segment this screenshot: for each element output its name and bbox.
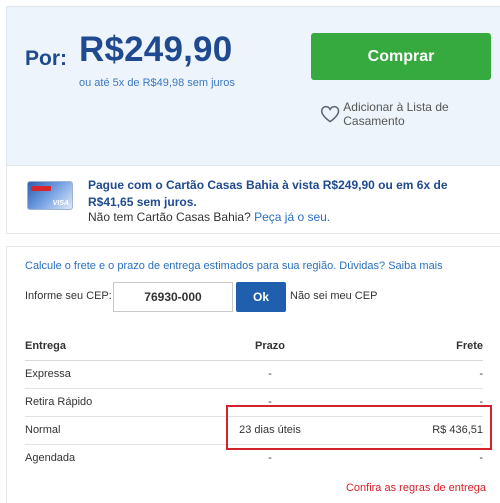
- column-header-entrega: Entrega: [25, 332, 185, 361]
- shipping-calculator: Calcule o frete e o prazo de entrega est…: [6, 246, 500, 503]
- delivery-time: -: [185, 388, 355, 417]
- table-row: Expressa - -: [25, 360, 483, 389]
- installments-text: ou até 5x de R$49,98 sem juros: [79, 77, 235, 89]
- cep-label: Informe seu CEP:: [25, 290, 112, 302]
- column-header-frete: Frete: [355, 332, 483, 361]
- request-card-link[interactable]: Peça já o seu.: [254, 210, 330, 224]
- delivery-type: Retira Rápido: [25, 388, 185, 417]
- column-header-prazo: Prazo: [185, 332, 355, 361]
- card-logo-stripe: [31, 186, 51, 191]
- shipping-cost: -: [355, 360, 483, 389]
- shipping-options-table: Entrega Prazo Frete Expressa - - Retira …: [25, 332, 483, 472]
- delivery-time: -: [268, 452, 272, 465]
- table-row: Agendada - -: [25, 444, 483, 472]
- price-prefix: Por:: [25, 47, 67, 70]
- delivery-time: -: [185, 360, 355, 389]
- shipping-cost: -: [479, 452, 483, 465]
- delivery-type: Agendada: [25, 452, 76, 465]
- no-card-question: Não tem Cartão Casas Bahia?: [88, 210, 251, 224]
- card-promo-question: Não tem Cartão Casas Bahia? Peça já o se…: [88, 210, 330, 224]
- product-price: R$249,90: [79, 30, 233, 69]
- delivery-type: Normal: [25, 416, 185, 445]
- shipping-intro-link[interactable]: Calcule o frete e o prazo de entrega est…: [25, 260, 443, 272]
- credit-card-image: VISA: [27, 181, 73, 210]
- table-header-row: Entrega Prazo Frete: [25, 332, 483, 361]
- delivery-rules-link[interactable]: Confira as regras de entrega: [346, 482, 486, 494]
- wishlist-label: Adicionar à Lista de Casamento: [343, 100, 449, 128]
- shipping-cost: -: [355, 388, 483, 417]
- dont-know-cep-link[interactable]: Não sei meu CEP: [290, 290, 377, 302]
- shipping-cost: R$ 436,51: [355, 416, 483, 445]
- buy-button[interactable]: Comprar: [311, 33, 491, 80]
- delivery-type: Expressa: [25, 360, 185, 389]
- card-promo-headline: Pague com o Cartão Casas Bahia à vista R…: [88, 178, 448, 209]
- delivery-time: 23 dias úteis: [185, 416, 355, 445]
- store-card-promo: VISA Pague com o Cartão Casas Bahia à vi…: [6, 166, 500, 234]
- heart-icon: [320, 105, 340, 123]
- visa-logo: VISA: [52, 200, 69, 207]
- cep-input[interactable]: [113, 282, 233, 312]
- table-row: Retira Rápido - -: [25, 388, 483, 417]
- cep-ok-button[interactable]: Ok: [236, 282, 286, 312]
- add-to-wedding-list-link[interactable]: Adicionar à Lista de Casamento: [320, 100, 500, 128]
- price-panel: Por: R$249,90 ou até 5x de R$49,98 sem j…: [6, 6, 500, 166]
- table-row: Normal 23 dias úteis R$ 436,51: [25, 416, 483, 445]
